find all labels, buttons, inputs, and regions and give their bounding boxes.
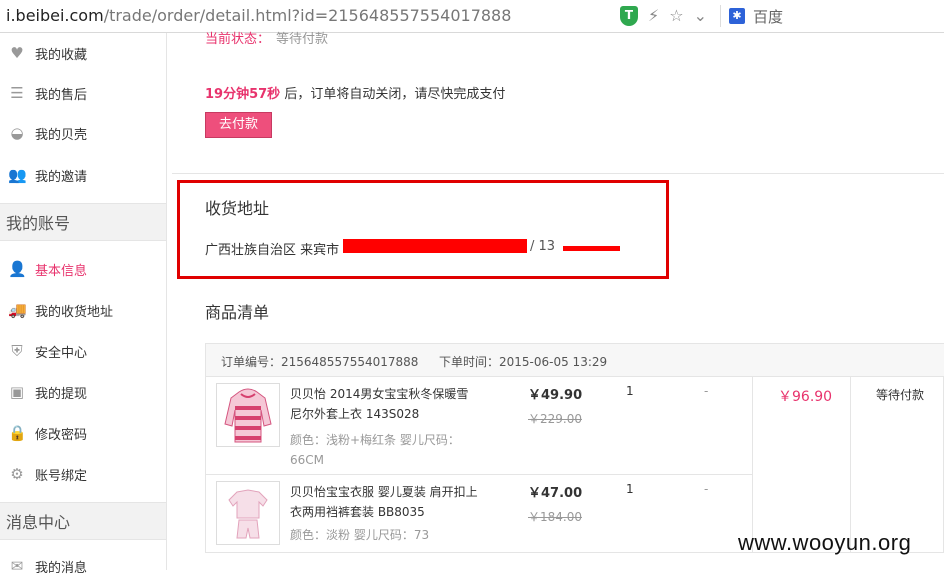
product-image-hoodie bbox=[224, 388, 272, 443]
countdown-timer: 19分钟57秒 bbox=[205, 87, 281, 102]
sidebar-section-messages: 消息中心 bbox=[0, 502, 166, 540]
address-bar-divider bbox=[720, 5, 721, 27]
sliders-icon: ☰ bbox=[10, 84, 24, 102]
sidebar-item-label: 我的售后 bbox=[35, 87, 88, 103]
bind-icon: ⚙ bbox=[10, 465, 24, 483]
invite-icon: 👥 bbox=[8, 166, 27, 184]
product-name[interactable]: 贝贝怡宝宝衣服 婴儿夏装 肩开扣上衣两用裆裤套装 BB8035 bbox=[290, 482, 480, 522]
status-label: 当前状态： bbox=[205, 32, 271, 47]
status-value: 等待付款 bbox=[276, 32, 329, 47]
product-discount: - bbox=[704, 384, 709, 398]
order-detail-main: 当前状态： 等待付款 19分钟57秒 后，订单将自动关闭，请尽快完成支付 去付款 … bbox=[167, 32, 944, 570]
sidebar-item-security[interactable]: ⛨ 安全中心 bbox=[0, 331, 166, 371]
product-price: ￥47.00 bbox=[528, 486, 583, 501]
sidebar-item-after-sales[interactable]: ☰ 我的售后 bbox=[0, 73, 166, 113]
sidebar-item-label: 我的收藏 bbox=[35, 47, 88, 63]
sidebar-item-label: 账号绑定 bbox=[35, 468, 88, 484]
chevron-down-icon[interactable]: ⌄ bbox=[694, 6, 707, 26]
url-field[interactable]: i.beibei.com/trade/order/detail.html?id=… bbox=[6, 6, 511, 25]
order-time: 下单时间：2015-06-05 13:29 bbox=[439, 355, 608, 369]
sidebar-item-label: 我的贝壳 bbox=[35, 127, 88, 143]
sidebar-item-messages[interactable]: ✉ 我的消息 bbox=[0, 546, 166, 586]
order-table-header: 订单编号：215648557554017888 下单时间：2015-06-05 … bbox=[206, 344, 944, 377]
address-text: 广西壮族自治区 来宾市 bbox=[205, 243, 340, 258]
sidebar-item-label: 我的消息 bbox=[35, 560, 88, 576]
url-host: i.beibei.com bbox=[6, 6, 104, 25]
countdown-text: 后，订单将自动关闭，请尽快完成支付 bbox=[280, 87, 506, 102]
lightning-icon[interactable]: ⚡ bbox=[648, 6, 659, 26]
product-discount: - bbox=[704, 482, 709, 496]
message-icon: ✉ bbox=[10, 557, 24, 575]
sidebar-item-withdraw[interactable]: ▣ 我的提现 bbox=[0, 372, 166, 412]
heart-icon: ♥ bbox=[10, 44, 24, 62]
security-shield-icon[interactable]: T bbox=[620, 6, 638, 26]
sidebar-item-shells[interactable]: ◒ 我的贝壳 bbox=[0, 113, 166, 153]
browser-address-bar: i.beibei.com/trade/order/detail.html?id=… bbox=[0, 0, 944, 33]
goods-list-title: 商品清单 bbox=[205, 303, 270, 322]
sidebar: ♥ 我的收藏 ☰ 我的售后 ◒ 我的贝壳 👥 我的邀请 我的账号 👤 基本信息 … bbox=[0, 33, 167, 576]
sidebar-item-addresses[interactable]: 🚚 我的收货地址 bbox=[0, 290, 166, 330]
order-number: 订单编号：215648557554017888 bbox=[221, 355, 419, 369]
truck-icon: 🚚 bbox=[8, 301, 27, 319]
shield-icon: ⛨ bbox=[11, 342, 23, 360]
lock-icon: 🔒 bbox=[8, 424, 27, 442]
product-name[interactable]: 贝贝怡 2014男女宝宝秋冬保暖雪尼尔外套上衣 143S028 bbox=[290, 384, 480, 424]
wallet-icon: ▣ bbox=[9, 383, 25, 401]
product-original-price: ￥184.00 bbox=[528, 510, 582, 524]
address-bar-icons: T ⚡ ☆ ⌄ bbox=[620, 6, 707, 26]
address-title: 收货地址 bbox=[205, 199, 270, 218]
order-status-line: 当前状态： 等待付款 bbox=[205, 28, 328, 47]
order-pay-status: 等待付款 bbox=[876, 388, 925, 402]
sidebar-item-label: 我的收货地址 bbox=[35, 304, 114, 320]
sidebar-item-label: 安全中心 bbox=[35, 345, 88, 361]
address-redaction bbox=[343, 239, 527, 253]
product-quantity: 1 bbox=[626, 482, 634, 496]
product-attributes: 颜色：淡粉 婴儿尺码：73 bbox=[290, 528, 430, 542]
product-quantity: 1 bbox=[626, 384, 634, 398]
shell-icon: ◒ bbox=[10, 124, 24, 142]
phone-redaction bbox=[563, 246, 620, 251]
countdown-notice: 19分钟57秒 后，订单将自动关闭，请尽快完成支付 bbox=[205, 83, 505, 102]
order-total-cell: ￥96.90 bbox=[753, 377, 851, 553]
product-price: ￥49.90 bbox=[528, 388, 583, 403]
watermark: www.wooyun.org bbox=[738, 530, 912, 555]
sidebar-item-account-binding[interactable]: ⚙ 账号绑定 bbox=[0, 454, 166, 494]
url-path: /trade/order/detail.html?id=215648557554… bbox=[103, 6, 512, 25]
product-thumbnail[interactable] bbox=[216, 481, 280, 545]
baidu-paw-icon[interactable]: ✱ bbox=[729, 8, 745, 24]
sidebar-item-label: 我的提现 bbox=[35, 386, 88, 402]
sidebar-section-account: 我的账号 bbox=[0, 203, 166, 241]
product-thumbnail[interactable] bbox=[216, 383, 280, 447]
user-icon: 👤 bbox=[8, 260, 27, 278]
table-row: 贝贝怡宝宝衣服 婴儿夏装 肩开扣上衣两用裆裤套装 BB8035 颜色：淡粉 婴儿… bbox=[206, 475, 753, 553]
pay-button[interactable]: 去付款 bbox=[205, 112, 272, 138]
product-attributes: 颜色：浅粉+梅红条 婴儿尺码：66CM bbox=[290, 433, 460, 467]
search-engine-label[interactable]: 百度 bbox=[753, 6, 783, 27]
order-table: 订单编号：215648557554017888 下单时间：2015-06-05 … bbox=[205, 343, 944, 553]
sidebar-item-invitations[interactable]: 👥 我的邀请 bbox=[0, 155, 166, 195]
sidebar-item-label: 基本信息 bbox=[35, 263, 88, 279]
address-phone: / 13 bbox=[530, 239, 556, 254]
product-original-price: ￥229.00 bbox=[528, 412, 582, 426]
sidebar-item-label: 我的邀请 bbox=[35, 169, 88, 185]
section-divider bbox=[172, 173, 944, 174]
sidebar-item-label: 修改密码 bbox=[35, 427, 88, 443]
sidebar-item-basic-info[interactable]: 👤 基本信息 bbox=[0, 249, 166, 289]
sidebar-item-change-password[interactable]: 🔒 修改密码 bbox=[0, 413, 166, 453]
order-total: ￥96.90 bbox=[778, 389, 833, 405]
sidebar-item-favorites[interactable]: ♥ 我的收藏 bbox=[0, 33, 166, 73]
product-image-babyset bbox=[228, 489, 268, 539]
star-bookmark-icon[interactable]: ☆ bbox=[669, 6, 683, 26]
table-row: 贝贝怡 2014男女宝宝秋冬保暖雪尼尔外套上衣 143S028 颜色：浅粉+梅红… bbox=[206, 377, 753, 475]
